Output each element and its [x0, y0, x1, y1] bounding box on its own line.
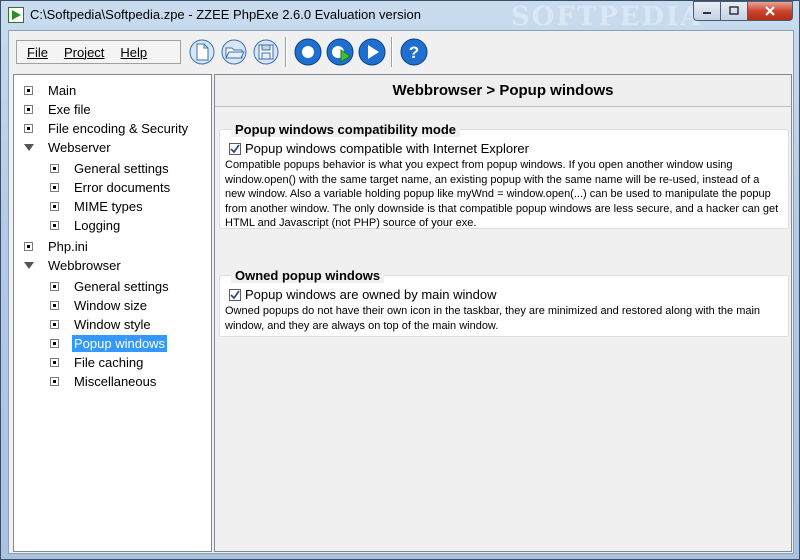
- group-title: Popup windows compatibility mode: [231, 122, 461, 137]
- checkbox-label: Popup windows compatible with Internet E…: [245, 141, 529, 156]
- expand-arrow-icon[interactable]: [24, 261, 34, 270]
- expand-arrow-icon[interactable]: [24, 143, 34, 152]
- tree-item[interactable]: Webbrowser: [24, 256, 123, 274]
- bullet-icon: [50, 281, 59, 291]
- tree-item-label: General settings: [74, 160, 169, 176]
- tree-item[interactable]: File encoding & Security: [24, 119, 190, 137]
- tree-item-label: Window size: [74, 297, 147, 313]
- save-button[interactable]: [251, 37, 281, 67]
- minimize-button[interactable]: [693, 1, 720, 21]
- menu-help[interactable]: Help: [120, 45, 147, 60]
- settings-tree[interactable]: Main Exe file File encoding & Security Webs…: [13, 74, 212, 552]
- close-button[interactable]: [747, 1, 793, 21]
- client-area: File Project Help ? Main Exe file File e…: [8, 30, 794, 554]
- open-folder-icon: [221, 39, 247, 65]
- group-title: Owned popup windows: [231, 268, 385, 283]
- tree-item[interactable]: Popup windows: [50, 334, 168, 352]
- app-window: C:\Softpedia\Softpedia.zpe - ZZEE PhpExe…: [0, 0, 800, 560]
- tree-item-label: Popup windows: [72, 334, 168, 352]
- owned-by-main-option[interactable]: Popup windows are owned by main window: [229, 287, 496, 302]
- tree-item-label: General settings: [74, 278, 169, 294]
- tree-item-label: Window style: [74, 316, 151, 332]
- bullet-icon: [50, 182, 59, 192]
- bullet-icon: [50, 201, 59, 211]
- tree-item-label: Webbrowser: [48, 257, 121, 273]
- tree-item[interactable]: Logging: [50, 216, 122, 234]
- tree-item-label: Exe file: [48, 101, 91, 117]
- bullet-icon: [50, 376, 59, 386]
- ie-compatible-checkbox[interactable]: [229, 142, 241, 155]
- tree-item[interactable]: File caching: [50, 353, 145, 371]
- tree-item[interactable]: MIME types: [50, 197, 145, 215]
- tree-item[interactable]: Window size: [50, 296, 149, 314]
- bullet-icon: [24, 104, 33, 114]
- tree-item[interactable]: Miscellaneous: [50, 372, 158, 390]
- new-document-button[interactable]: [187, 37, 217, 67]
- watermark: SOFTPEDIA: [511, 2, 703, 32]
- page-title: Webbrowser > Popup windows: [215, 75, 791, 107]
- tree-item[interactable]: Exe file: [24, 100, 93, 118]
- tree-item-label: Main: [48, 82, 77, 98]
- tree-item[interactable]: General settings: [50, 277, 171, 295]
- toolbar-separator: [391, 37, 393, 67]
- bullet-icon: [50, 163, 59, 173]
- tree-item[interactable]: Error documents: [50, 178, 172, 196]
- record-button[interactable]: [293, 37, 323, 67]
- title-bar[interactable]: C:\Softpedia\Softpedia.zpe - ZZEE PhpExe…: [1, 1, 799, 32]
- bullet-icon: [24, 85, 33, 95]
- new-document-icon: [189, 39, 215, 65]
- maximize-button[interactable]: [720, 1, 747, 21]
- bullet-icon: [50, 319, 59, 329]
- ie-compatible-option[interactable]: Popup windows compatible with Internet E…: [229, 141, 529, 156]
- bullet-icon: [24, 123, 33, 133]
- help-button[interactable]: ?: [399, 37, 429, 67]
- toolbar-separator: [285, 37, 287, 67]
- tree-item-label: Webserver: [48, 139, 111, 155]
- save-disk-icon: [253, 39, 279, 65]
- compatibility-description: Compatible popups behavior is what you e…: [225, 159, 779, 229]
- bullet-icon: [50, 220, 59, 230]
- bullet-icon: [50, 357, 59, 367]
- close-icon: [765, 6, 775, 16]
- owned-popups-group: Owned popup windows Popup windows are ow…: [219, 268, 789, 337]
- play-icon: [358, 38, 386, 66]
- record-icon: [294, 38, 322, 66]
- tree-item-label: Logging: [74, 217, 121, 233]
- run-button[interactable]: [357, 37, 387, 67]
- app-logo-icon[interactable]: [8, 7, 24, 23]
- tree-item[interactable]: Php.ini: [24, 237, 90, 255]
- tree-item-label: File encoding & Security: [48, 120, 189, 136]
- tree-item[interactable]: Window style: [50, 315, 153, 333]
- svg-text:?: ?: [409, 43, 419, 62]
- bullet-icon: [50, 300, 59, 310]
- open-folder-button[interactable]: [219, 37, 249, 67]
- compatibility-group: Popup windows compatibility mode Popup w…: [219, 122, 789, 229]
- compile-run-button[interactable]: [325, 37, 355, 67]
- compile-run-icon: [326, 38, 354, 66]
- tree-item-label: Php.ini: [48, 238, 88, 254]
- tree-item-label: Miscellaneous: [74, 373, 157, 389]
- help-icon: ?: [400, 38, 428, 66]
- tree-item[interactable]: Main: [24, 81, 78, 99]
- tree-item-label: MIME types: [74, 198, 143, 214]
- checkmark-icon: [230, 143, 240, 153]
- checkbox-label: Popup windows are owned by main window: [245, 287, 497, 302]
- tree-item-label: Error documents: [74, 179, 171, 195]
- owned-by-main-checkbox[interactable]: [229, 288, 241, 301]
- checkmark-icon: [230, 289, 240, 299]
- owned-popups-description: Owned popups do not have their own icon …: [225, 305, 761, 332]
- window-title: C:\Softpedia\Softpedia.zpe - ZZEE PhpExe…: [30, 7, 421, 22]
- tree-item-label: File caching: [74, 354, 144, 370]
- settings-page: Webbrowser > Popup windows Popup windows…: [214, 74, 792, 552]
- bullet-icon: [50, 338, 59, 348]
- menu-bar: File Project Help: [16, 40, 181, 64]
- tree-item[interactable]: General settings: [50, 159, 171, 177]
- menu-file[interactable]: File: [27, 45, 48, 60]
- toolbar: File Project Help ?: [9, 31, 793, 71]
- bullet-icon: [24, 241, 33, 251]
- menu-project[interactable]: Project: [64, 45, 104, 60]
- tree-item[interactable]: Webserver: [24, 138, 113, 156]
